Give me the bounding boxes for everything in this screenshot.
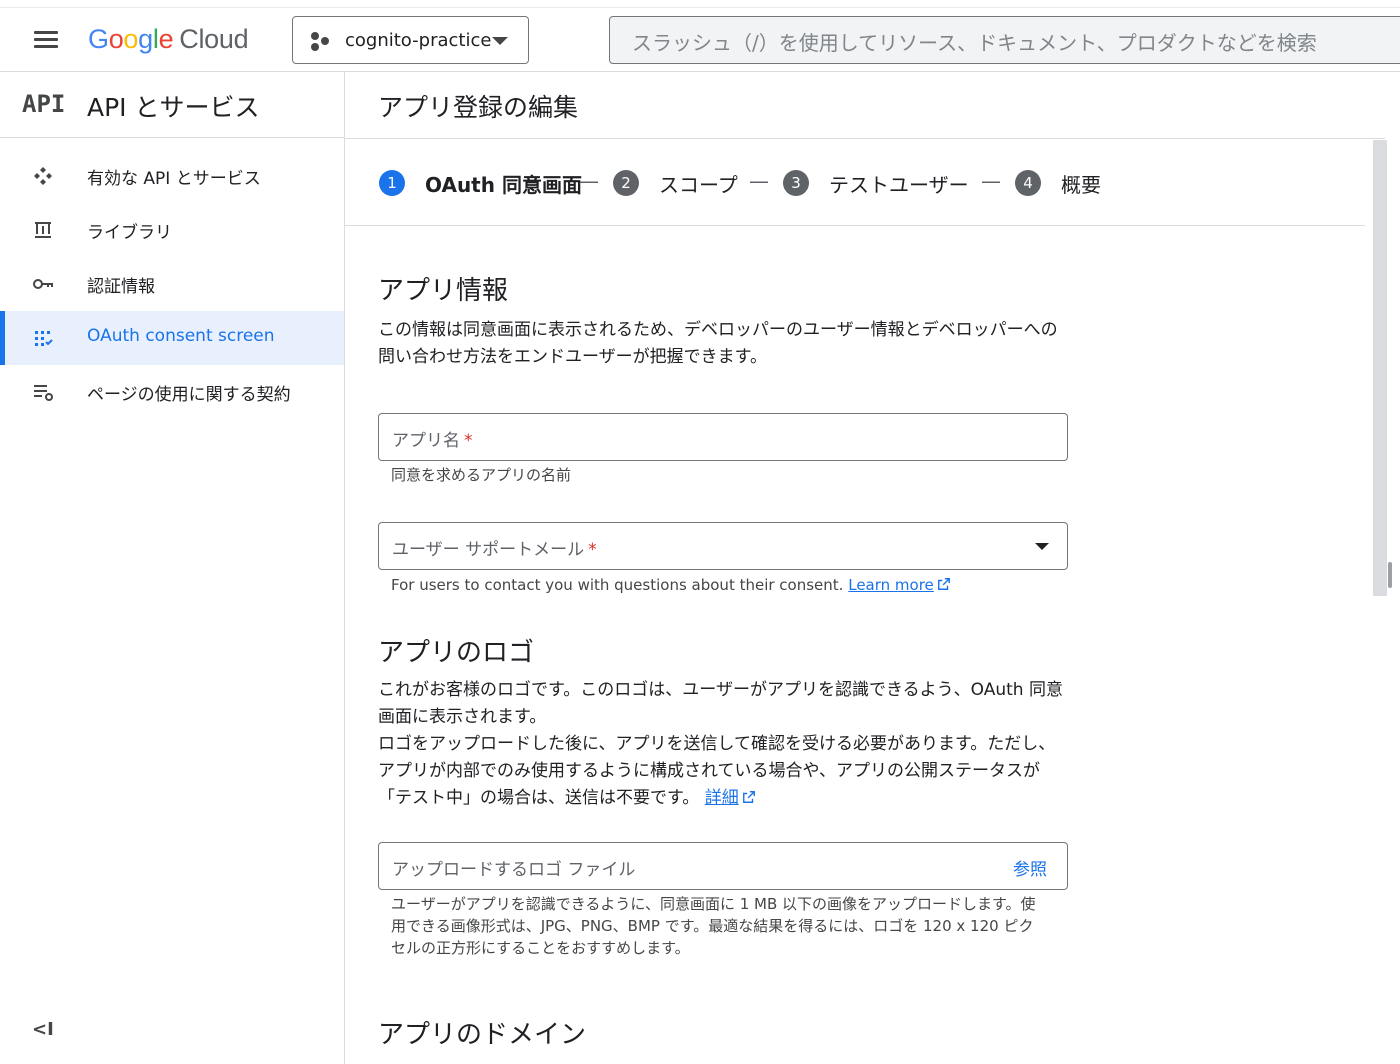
support-email-hint: For users to contact you with questions … [391,574,1051,596]
scrollbar-thumb[interactable] [1373,140,1387,596]
search-placeholder: スラッシュ（/）を使用してリソース、ドキュメント、プロダクトなどを検索 [632,31,1317,55]
app-logo-description-2: ロゴをアップロードした後に、アプリを送信して確認を受ける必要があります。ただし、… [378,734,1056,808]
divider [345,138,1385,139]
app-name-field[interactable]: アプリ名 * [378,413,1068,461]
consent-grid-icon [35,331,53,346]
sidebar-item-label: 有効な API とサービス [87,169,261,189]
google-cloud-logo[interactable]: Google Cloud [88,22,249,56]
app-name-label: アプリ名 * [392,431,473,451]
sidebar-item-page-usage-agreements[interactable]: ページの使用に関する契約 [0,365,344,419]
logo-file-hint: ユーザーがアプリを認識できるように、同意画面に 1 MB 以下の画像をアップロー… [391,895,1036,957]
scrollbar-indicator[interactable] [1388,562,1392,588]
step-number: 3 [783,170,809,196]
key-icon [33,279,53,289]
collapse-sidebar-icon[interactable]: <I [32,1019,54,1040]
sidebar-item-oauth-consent[interactable]: OAuth consent screen [0,311,344,365]
main-menu-icon[interactable] [28,24,64,54]
step-label: テストユーザー [829,173,969,197]
divider [345,225,1365,226]
app-name-hint: 同意を求めるアプリの名前 [391,466,572,484]
details-link[interactable]: 詳細 [705,788,739,808]
required-mark: * [464,431,473,451]
sidebar-item-label: OAuth consent screen [87,326,275,346]
sidebar-item-enabled-apis[interactable]: 有効な API とサービス [0,149,344,203]
page-title: アプリ登録の編集 [378,93,579,122]
step-label: OAuth 同意画面 [425,173,582,197]
search-input[interactable]: スラッシュ（/）を使用してリソース、ドキュメント、プロダクトなどを検索 [609,16,1400,64]
app-logo-description-1: これがお客様のロゴです。このロゴは、ユーザーがアプリを認識できるよう、OAuth… [378,680,1063,727]
api-logo-icon: API [22,90,66,118]
step-label: スコープ [659,173,738,197]
chevron-down-icon [492,37,508,45]
sidebar-item-label: 認証情報 [87,277,155,297]
top-bar: Google Cloud cognito-practice スラッシュ（/）を使用… [0,0,1400,72]
step-number: 2 [613,170,639,196]
browse-button[interactable]: 参照 [1013,855,1047,880]
step-separator: — [981,169,1001,193]
project-icon [311,32,331,52]
main-content: アプリ登録の編集 1 OAuth 同意画面 — 2 スコープ — 3 テストユー… [345,72,1400,1064]
dropdown-arrow-icon [1035,543,1049,550]
external-link-icon [937,578,950,590]
external-link-icon [742,791,755,803]
settings-list-icon [34,385,53,401]
sidebar-item-label: ページの使用に関する契約 [87,385,291,405]
app-info-heading: アプリ情報 [378,276,509,306]
step-separator: — [579,169,599,193]
sidebar-item-library[interactable]: ライブラリ [0,203,344,257]
logo-file-input[interactable]: アップロードするロゴ ファイル 参照 [378,842,1068,890]
logo-file-placeholder: アップロードするロゴ ファイル [392,860,636,880]
window-edge [0,0,1400,8]
app-logo-heading: アプリのロゴ [378,638,535,668]
sidebar-item-label: ライブラリ [87,223,172,243]
step-separator: — [749,169,769,193]
step-label: 概要 [1061,173,1101,197]
project-name: cognito-practice [345,30,492,51]
support-email-label: ユーザー サポートメール * [392,540,597,560]
sidebar-title: API とサービス [87,93,260,122]
project-selector[interactable]: cognito-practice [292,16,529,64]
api-hub-icon [34,167,52,185]
app-info-description: この情報は同意画面に表示されるため、デベロッパーのユーザー情報とデベロッパーへの… [378,320,1058,367]
learn-more-link[interactable]: Learn more [848,576,934,594]
step-number: 4 [1015,170,1041,196]
step-number: 1 [379,170,405,196]
required-mark: * [588,540,597,560]
support-email-select[interactable]: ユーザー サポートメール * [378,522,1068,570]
sidebar: API API とサービス 有効な API とサービス ライブラリ 認証情報 O… [0,72,345,1064]
sidebar-item-credentials[interactable]: 認証情報 [0,257,344,311]
sidebar-header: API API とサービス [0,72,345,138]
app-domain-heading: アプリのドメイン [378,1020,587,1050]
library-icon [35,222,51,238]
